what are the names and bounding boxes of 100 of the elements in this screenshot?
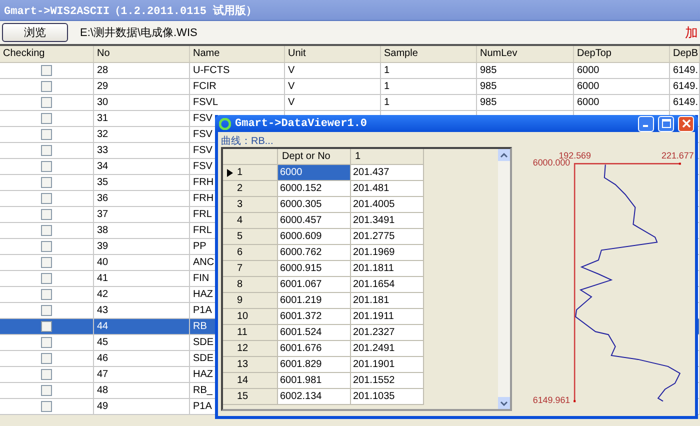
grid-cell[interactable]: 6000.915 — [278, 261, 351, 277]
checkbox[interactable] — [41, 241, 52, 252]
scroll-down-icon[interactable] — [498, 397, 510, 409]
table-cell: 45 — [94, 335, 190, 350]
table-cell: V — [285, 63, 381, 78]
grid-cell[interactable]: 201.1911 — [351, 309, 424, 325]
axis-label: 6000.000 — [533, 158, 570, 168]
checkbox[interactable] — [41, 353, 52, 364]
minimize-button[interactable] — [638, 116, 654, 132]
scrollbar[interactable] — [498, 149, 510, 409]
grid-cell[interactable]: 6001.676 — [278, 341, 351, 357]
grid-cell[interactable]: 201.2775 — [351, 229, 424, 245]
checkbox[interactable] — [41, 97, 52, 108]
grid-cell[interactable]: 201.2327 — [351, 325, 424, 341]
table-cell: V — [285, 95, 381, 110]
column-header[interactable]: DepB — [670, 46, 700, 62]
table-cell: 37 — [94, 207, 190, 222]
checkbox[interactable] — [41, 177, 52, 188]
grid-cell[interactable]: 201.1811 — [351, 261, 424, 277]
table-cell: 1 — [381, 79, 477, 94]
table-cell: 6000 — [574, 79, 670, 94]
checkbox[interactable] — [41, 289, 52, 300]
checkbox[interactable] — [41, 385, 52, 396]
grid-cell[interactable]: 201.1552 — [351, 373, 424, 389]
load-label[interactable]: 加 — [685, 24, 698, 42]
column-header[interactable]: No — [94, 46, 190, 62]
checkbox[interactable] — [41, 369, 52, 380]
checkbox[interactable] — [41, 113, 52, 124]
table-cell: FSVL — [190, 95, 285, 110]
grid-cell[interactable]: 201.1035 — [351, 389, 424, 405]
table-cell: 39 — [94, 239, 190, 254]
maximize-button[interactable] — [658, 116, 674, 132]
checkbox[interactable] — [41, 273, 52, 284]
close-icon — [682, 119, 690, 128]
table-row[interactable]: 30 FSVL V 1 985 6000 6149. — [0, 95, 700, 111]
column-header[interactable]: Unit — [285, 46, 381, 62]
grid-cell[interactable]: 201.437 — [351, 165, 424, 181]
table-cell: 35 — [94, 175, 190, 190]
checkbox[interactable] — [41, 193, 52, 204]
grid-cell[interactable]: 201.1901 — [351, 357, 424, 373]
checkbox[interactable] — [41, 225, 52, 236]
table-cell: 42 — [94, 287, 190, 302]
table-cell: 33 — [94, 143, 190, 158]
column-header[interactable]: Name — [190, 46, 285, 62]
checkbox[interactable] — [41, 321, 52, 332]
app-icon — [219, 118, 231, 130]
checkbox[interactable] — [41, 65, 52, 76]
grid-cell[interactable]: 201.481 — [351, 181, 424, 197]
grid-cell[interactable]: 6001.067 — [278, 277, 351, 293]
grid-cell[interactable]: 6002.134 — [278, 389, 351, 405]
checkbox[interactable] — [41, 129, 52, 140]
grid-cell[interactable]: 6000.609 — [278, 229, 351, 245]
column-header[interactable]: NumLev — [477, 46, 574, 62]
column-header[interactable]: Checking — [0, 46, 94, 62]
checkbox[interactable] — [41, 337, 52, 348]
checkbox[interactable] — [41, 161, 52, 172]
grid-cell[interactable]: 6000.457 — [278, 213, 351, 229]
table-cell: 6000 — [574, 95, 670, 110]
grid-cell[interactable]: 6001.372 — [278, 309, 351, 325]
table-cell: 28 — [94, 63, 190, 78]
grid-cell[interactable]: 6000.152 — [278, 181, 351, 197]
grid-cell[interactable]: 6001.219 — [278, 293, 351, 309]
close-button[interactable] — [678, 116, 694, 132]
checkbox[interactable] — [41, 81, 52, 92]
table-cell: 34 — [94, 159, 190, 174]
checkbox[interactable] — [41, 209, 52, 220]
grid-cell[interactable]: 6001.524 — [278, 325, 351, 341]
browse-button[interactable]: 浏览 — [2, 23, 68, 42]
grid-cell[interactable]: 201.3491 — [351, 213, 424, 229]
grid-cell[interactable]: 6000.762 — [278, 245, 351, 261]
grid-cell[interactable]: 6001.981 — [278, 373, 351, 389]
grid-cell[interactable]: 6001.829 — [278, 357, 351, 373]
checkbox[interactable] — [41, 145, 52, 156]
checkbox[interactable] — [41, 401, 52, 412]
table-cell: 985 — [477, 95, 574, 110]
table-row[interactable]: 28 U-FCTS V 1 985 6000 6149. — [0, 63, 700, 79]
table-row[interactable]: 29 FCIR V 1 985 6000 6149. — [0, 79, 700, 95]
table-cell: V — [285, 79, 381, 94]
checkbox[interactable] — [41, 305, 52, 316]
table-cell: 41 — [94, 271, 190, 286]
column-header[interactable]: 1 — [351, 149, 424, 165]
grid-cell[interactable]: 201.181 — [351, 293, 424, 309]
table-cell: 36 — [94, 191, 190, 206]
window-title: Gmart->WIS2ASCII（1.2.2011.0115 试用版） — [4, 4, 258, 18]
table-cell: 1 — [381, 63, 477, 78]
grid-cell[interactable]: 6000 — [278, 165, 351, 181]
grid-cell[interactable]: 201.2491 — [351, 341, 424, 357]
table-cell: 985 — [477, 79, 574, 94]
table-cell: 6149. — [670, 79, 700, 94]
scroll-up-icon[interactable] — [498, 149, 510, 161]
grid-cell[interactable]: 201.4005 — [351, 197, 424, 213]
table-cell: 44 — [94, 319, 190, 334]
checkbox[interactable] — [41, 257, 52, 268]
grid-cell[interactable]: 201.1654 — [351, 277, 424, 293]
column-header[interactable]: Sample — [381, 46, 477, 62]
table-cell: 49 — [94, 399, 190, 414]
column-header[interactable]: DepTop — [574, 46, 670, 62]
grid-cell[interactable]: 6000.305 — [278, 197, 351, 213]
column-header[interactable]: Dept or No — [278, 149, 351, 165]
grid-cell[interactable]: 201.1969 — [351, 245, 424, 261]
